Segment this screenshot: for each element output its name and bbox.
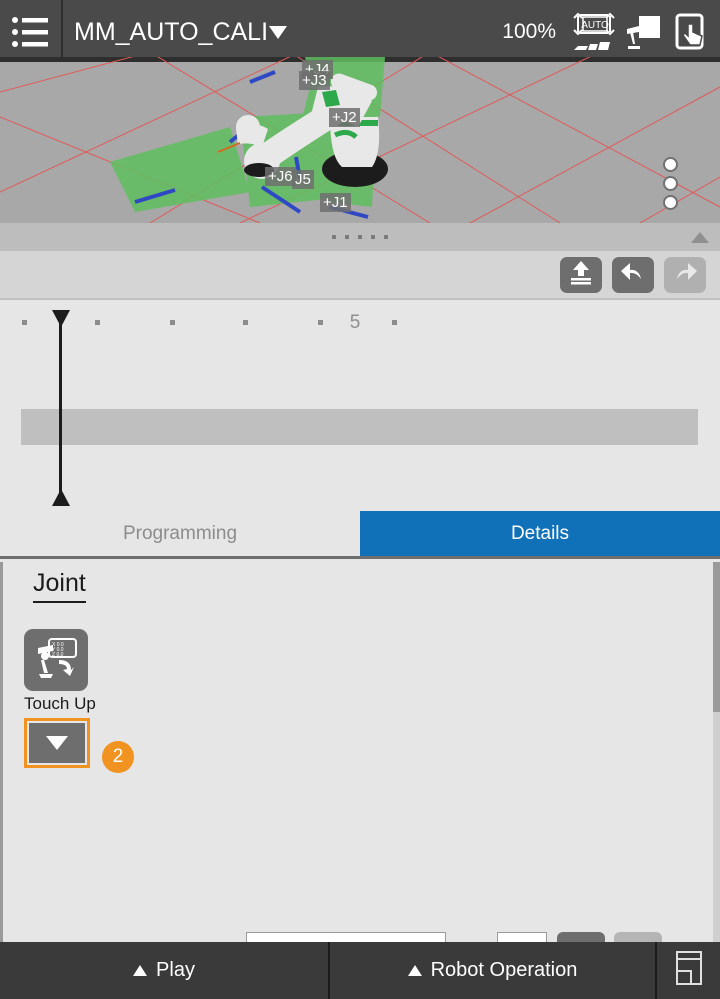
touch-up-dropdown-highlight [24,718,90,768]
ruler-tick [392,320,397,325]
edit-toolbar [0,251,720,298]
program-title-text: MM_AUTO_CALI [74,17,269,46]
speed-override-value: 100% [502,20,556,43]
panel-tabs: Programming Details [0,511,720,559]
robot-3d-viewport[interactable]: +J4 +J3 +J2 +J6 J5 +J1 [0,57,720,223]
play-menu-button[interactable]: Play [0,942,330,999]
redo-arrow-icon [672,259,698,290]
scrollbar-thumb[interactable] [713,562,720,712]
tab-programming[interactable]: Programming [0,511,360,556]
ruler-tick [170,320,175,325]
caret-down-icon [46,736,68,750]
layout-toggle-button[interactable] [657,942,720,999]
viewport-splitter[interactable] [0,223,720,251]
ruler-tick [22,320,27,325]
hand-touch-tablet-icon[interactable] [666,6,714,58]
ruler-number: 5 [349,312,361,333]
hamburger-list-icon [11,15,51,49]
top-bar: MM_AUTO_CALI 100% AUTO [0,0,720,64]
viewport-option-dot[interactable] [663,176,678,191]
timeline-playhead[interactable] [52,306,70,506]
undo-arrow-icon [620,259,646,290]
robot-operation-menu-button[interactable]: Robot Operation [330,942,657,999]
program-title-dropdown[interactable]: MM_AUTO_CALI [74,17,288,47]
svg-text:AUTO: AUTO [581,20,609,31]
panel-left-border [0,562,3,942]
joint-label-j3: +J3 [299,71,330,90]
playhead-bottom-marker [52,489,70,506]
joint-label-j2: +J2 [329,108,360,127]
robot-teach-panel-icon[interactable] [618,6,666,58]
play-menu-label: Play [156,959,195,981]
main-menu-button[interactable] [0,0,63,64]
joint-label-j5: J5 [292,170,314,189]
joint-label-j1: +J1 [320,193,351,212]
annotation-badge-2: 2 [102,741,134,773]
ruler-tick [243,320,248,325]
ruler-tick [95,320,100,325]
undo-button[interactable] [612,256,654,293]
caret-up-icon[interactable] [691,232,709,243]
auto-mode-icon[interactable]: AUTO [570,6,618,58]
touch-up-group: X 0.0 Y 0.0 Z 0.0 Touch Up 2 [24,629,134,773]
upload-icon [568,259,594,290]
top-bar-right-group: 100% AUTO [502,0,720,64]
three-dots-vertical-icon[interactable] [663,157,678,214]
redo-button [664,256,706,293]
robot-touchup-xyz-icon: X 0.0 Y 0.0 Z 0.0 [33,636,79,685]
caret-up-icon [133,965,148,976]
bottom-bar: Play Robot Operation [0,942,720,999]
details-scrollbar[interactable] [713,562,720,942]
ruler-tick [318,320,323,325]
robot-model-render [0,57,720,223]
touch-up-button[interactable]: X 0.0 Y 0.0 Z 0.0 [24,629,88,691]
viewport-option-dot[interactable] [663,157,678,172]
svg-text:Z 0.0: Z 0.0 [52,652,64,658]
playhead-stem [59,316,62,501]
timeline-track[interactable] [21,409,698,445]
timeline-ruler: 5 [0,300,720,336]
panel-layout-icon [674,950,704,991]
program-timeline[interactable]: 5 MECHMIND [0,298,720,741]
touch-up-label: Touch Up [24,694,96,713]
drag-handle-dots-icon[interactable] [332,235,388,239]
page-title: Joint [33,569,86,603]
caret-down-icon [269,25,288,39]
details-panel: Joint X 0.0 Y 0.0 Z 0.0 Touch Up 2 [0,562,720,942]
export-upload-button[interactable] [560,256,602,293]
viewport-option-dot[interactable] [663,195,678,210]
tab-details[interactable]: Details [360,511,720,556]
robot-operation-menu-label: Robot Operation [430,959,578,981]
caret-up-icon [407,965,422,976]
touch-up-dropdown-button[interactable] [29,723,85,763]
